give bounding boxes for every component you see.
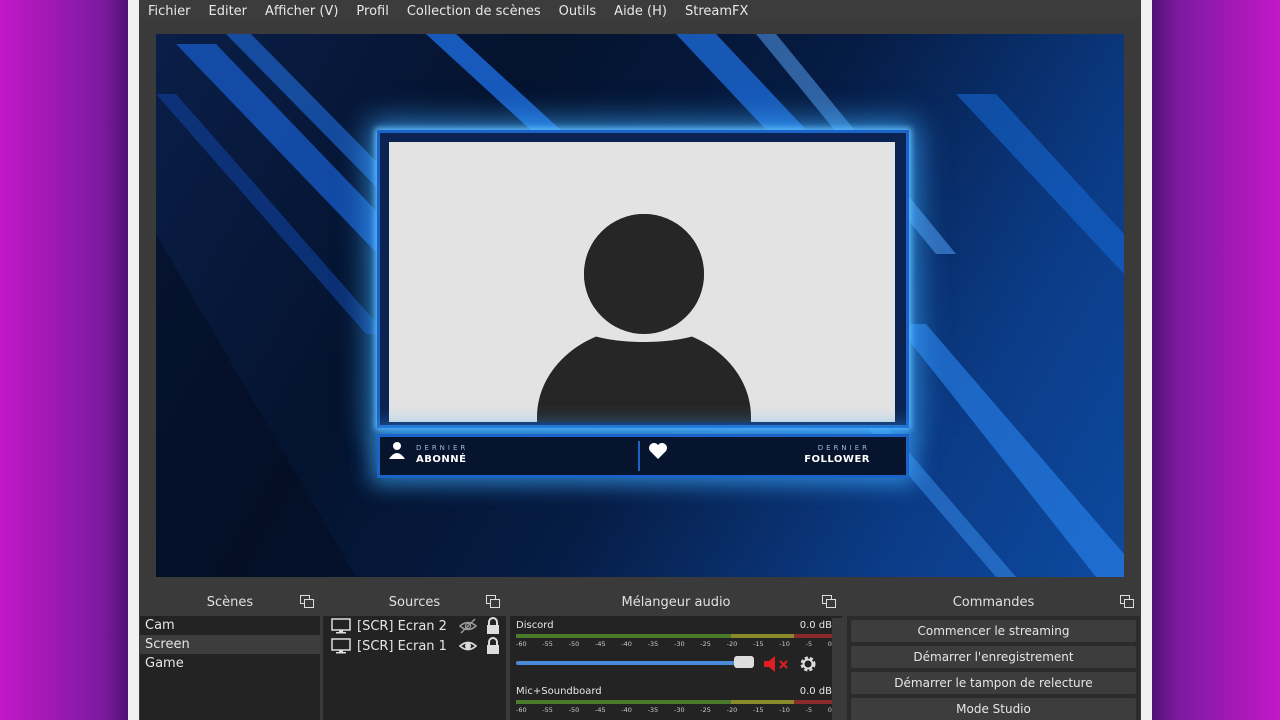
gear-icon[interactable] [798,654,818,674]
scene-item-game[interactable]: Game [140,654,320,673]
last-follower-label: DERNIER FOLLOWER [648,441,898,471]
mixer-dock-title: Mélangeur audio [510,588,842,616]
menu-outils[interactable]: Outils [550,4,606,19]
webcam-placeholder [389,142,895,422]
sources-list: [SCR] Ecran 2 [SCR] Ecran 1 [323,616,506,720]
menu-editer[interactable]: Editer [200,4,257,19]
volume-slider[interactable] [516,661,752,665]
start-recording-button[interactable]: Démarrer l'enregistrement [851,646,1136,668]
obs-window: Fichier Editer Afficher (V) Profil Colle… [139,0,1141,720]
user-icon [389,442,405,459]
start-streaming-button[interactable]: Commencer le streaming [851,620,1136,642]
float-window-icon[interactable] [1120,595,1134,608]
commands-dock: Commandes Commencer le streaming Démarre… [847,588,1140,720]
muted-speaker-icon[interactable] [762,654,792,674]
lock-icon[interactable] [486,637,500,654]
menu-streamfx[interactable]: StreamFX [676,4,757,19]
mixer-scrollbar[interactable] [832,618,842,720]
meter-ticks: -60 -55 -50 -45 -40 -35 -30 -25 -20 -15 -10 -5 0 [516,640,832,648]
commands-list: Commencer le streaming Démarrer l'enregi… [847,616,1140,720]
scene-item-screen[interactable]: Screen [140,635,320,654]
track-name: Discord [516,620,554,631]
mixer-tracks: Discord 0.0 dB -60 -55 -50 -45 -40 -35 -30 -25-… [510,616,842,720]
sources-dock-title: Sources [323,588,506,616]
audio-mixer-dock: Mélangeur audio Discord 0.0 dB -60 -55 -50… [510,588,842,720]
menu-collection-scenes[interactable]: Collection de scènes [398,4,550,19]
track-name: Mic+Soundboard [516,686,602,697]
source-label: [SCR] Ecran 2 [357,618,447,634]
scene-preview[interactable]: DERNIER ABONNÉ DERNIER FOLLOWER [156,34,1124,577]
track-db: 0.0 dB [799,686,832,697]
menu-bar: Fichier Editer Afficher (V) Profil Colle… [139,0,1141,22]
last-subscriber-label: DERNIER ABONNÉ [388,441,640,471]
start-replay-buffer-button[interactable]: Démarrer le tampon de relecture [851,672,1136,694]
source-item[interactable]: [SCR] Ecran 2 [323,616,506,636]
menu-afficher[interactable]: Afficher (V) [256,4,347,19]
mixer-track-mic: Mic+Soundboard 0.0 dB -60 -55 -50 -45 -40 -35… [510,676,842,720]
commands-dock-title: Commandes [847,588,1140,616]
eye-hidden-icon[interactable] [458,618,478,634]
volume-meter [516,700,832,704]
sources-dock: Sources [SCR] Ecran 2 [SCR] Ecran 1 [323,588,506,720]
heart-icon [649,443,667,459]
scenes-dock: Scènes Cam Screen Game [140,588,320,720]
scenes-dock-title: Scènes [140,588,320,616]
lock-icon[interactable] [486,617,500,634]
studio-mode-button[interactable]: Mode Studio [851,698,1136,720]
float-window-icon[interactable] [300,595,314,608]
scenes-list: Cam Screen Game [140,616,320,720]
webcam-frame [377,130,909,428]
menu-profil[interactable]: Profil [347,4,397,19]
float-window-icon[interactable] [822,595,836,608]
float-window-icon[interactable] [486,595,500,608]
source-label: [SCR] Ecran 1 [357,638,447,654]
mixer-track-discord: Discord 0.0 dB -60 -55 -50 -45 -40 -35 -30 -25-… [510,616,842,676]
scene-item-cam[interactable]: Cam [140,616,320,635]
volume-slider-handle[interactable] [734,656,754,668]
meter-ticks: -60 -55 -50 -45 -40 -35 -30 -25 -20 -15 -10 -5 0 [516,706,832,714]
monitor-icon [331,638,351,654]
volume-meter [516,634,832,638]
menu-aide[interactable]: Aide (H) [605,4,676,19]
monitor-icon [331,618,351,634]
eye-icon[interactable] [458,638,478,654]
alerts-bar: DERNIER ABONNÉ DERNIER FOLLOWER [377,434,909,478]
menu-fichier[interactable]: Fichier [139,4,200,19]
track-db: 0.0 dB [799,620,832,631]
source-item[interactable]: [SCR] Ecran 1 [323,636,506,656]
